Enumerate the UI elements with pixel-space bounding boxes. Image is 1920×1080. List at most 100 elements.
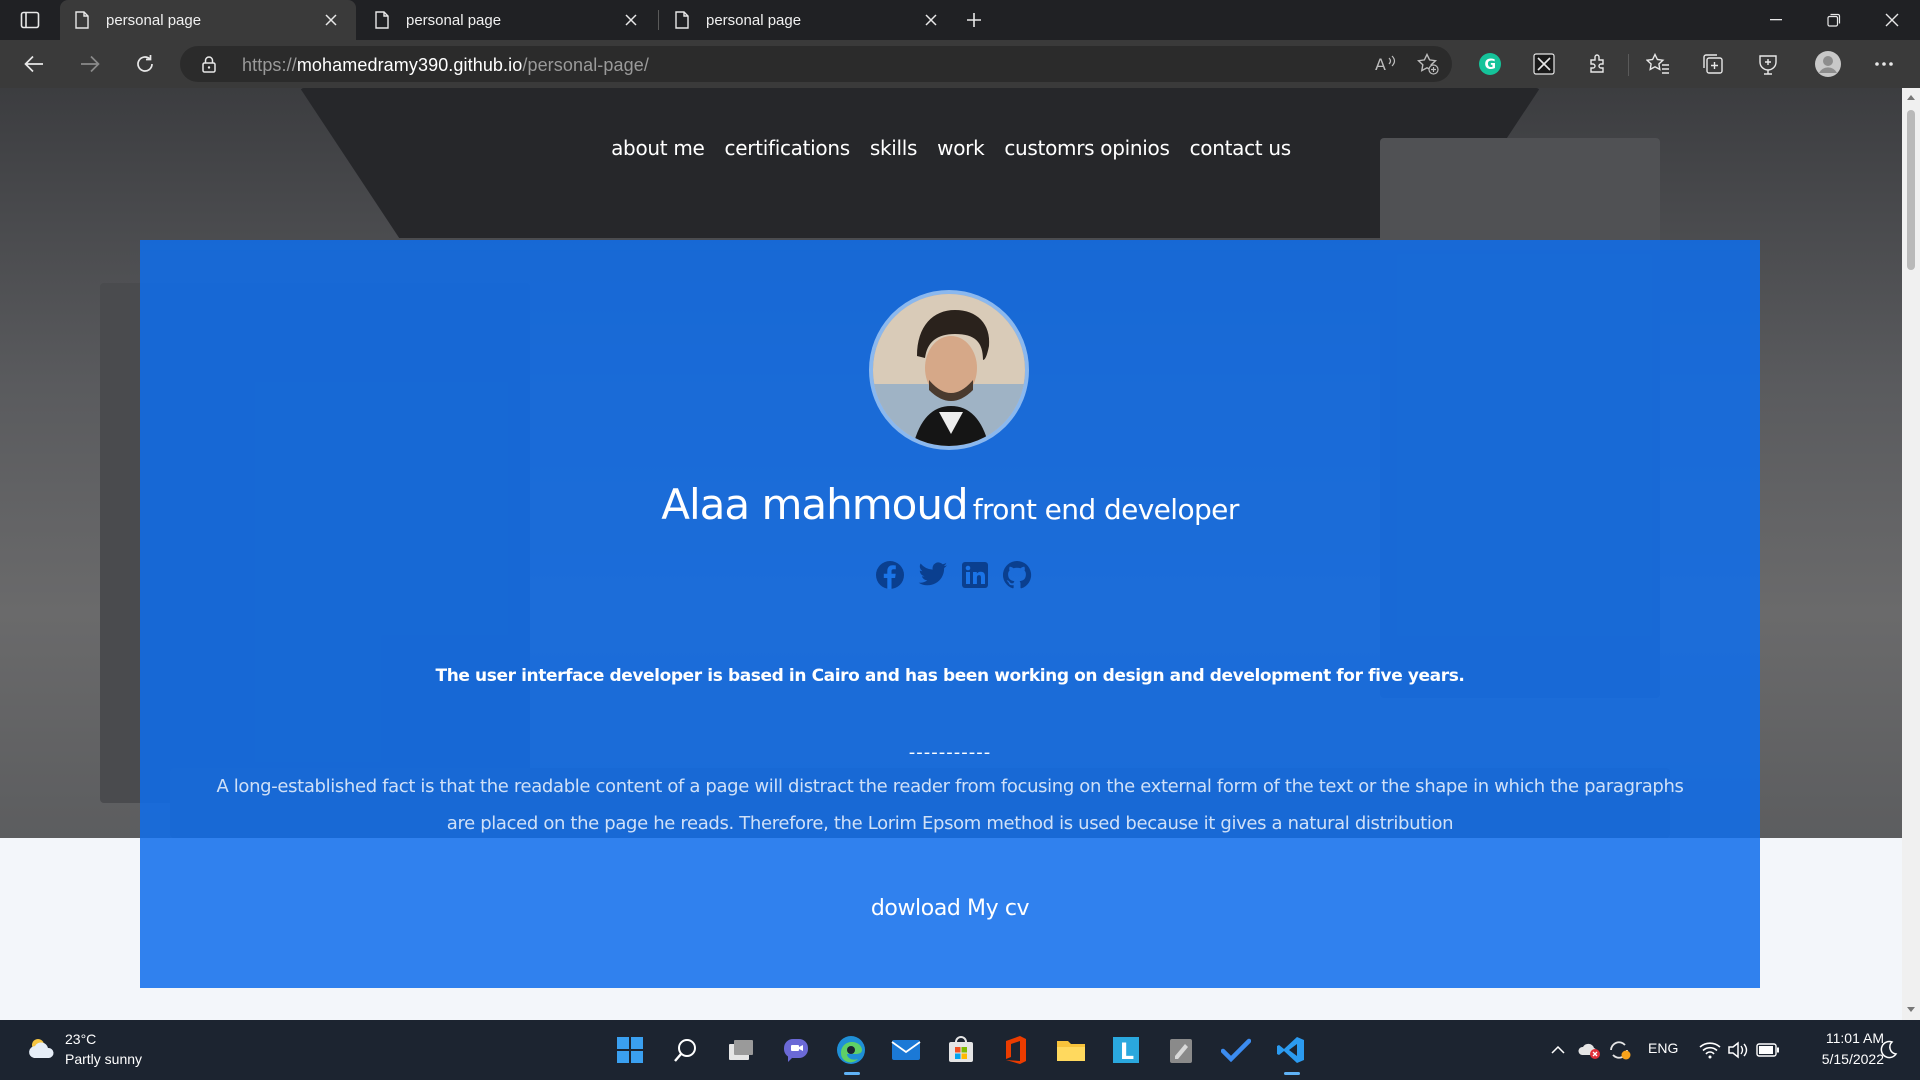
notifications-button[interactable] <box>1876 1038 1900 1062</box>
grammarly-button[interactable]: G <box>1472 48 1508 80</box>
divider-text: ----------- <box>908 742 992 763</box>
profile-icon <box>1815 51 1841 77</box>
back-icon <box>24 55 43 73</box>
collections-button[interactable] <box>1695 48 1731 80</box>
scroll-down-icon[interactable] <box>1906 1004 1916 1014</box>
chat-button[interactable] <box>777 1031 815 1069</box>
show-hidden-icons-button[interactable] <box>1546 1038 1570 1062</box>
vscode-button[interactable] <box>1272 1031 1310 1075</box>
nav-skills[interactable]: skills <box>870 128 918 168</box>
weather-description[interactable]: Partly sunny <box>65 1051 142 1067</box>
clock-time[interactable]: 11:01 AM <box>1808 1030 1884 1046</box>
tab-1[interactable]: personal page <box>60 0 356 40</box>
search-icon <box>674 1039 696 1062</box>
tab-title: personal page <box>406 11 502 29</box>
onedrive-tray[interactable] <box>1578 1038 1602 1062</box>
focus-assist-icon <box>1880 1040 1898 1059</box>
url-path: /personal-page/ <box>522 55 649 75</box>
back-button[interactable] <box>16 48 52 80</box>
minimize-button[interactable] <box>1748 0 1804 40</box>
more-button[interactable] <box>1866 48 1902 80</box>
extensions-button[interactable] <box>1580 48 1616 80</box>
task-view-button[interactable] <box>722 1031 760 1069</box>
download-cv-link[interactable]: dowload My cv <box>140 896 1760 921</box>
svg-text:A: A <box>1375 55 1386 73</box>
edge-icon <box>837 1036 865 1064</box>
nav-certifications[interactable]: certifications <box>725 128 851 168</box>
tab-actions-button[interactable] <box>16 8 44 32</box>
start-button[interactable] <box>611 1031 649 1069</box>
store-icon <box>949 1036 973 1062</box>
input-language[interactable]: ENG <box>1648 1040 1678 1056</box>
address-bar[interactable]: https://mohamedramy390.github.io/persona… <box>180 46 1452 82</box>
github-link[interactable] <box>1002 560 1032 590</box>
close-tab-button[interactable] <box>320 9 342 31</box>
wifi-tray[interactable] <box>1698 1038 1722 1062</box>
clock-date[interactable]: 5/15/2022 <box>1798 1051 1884 1067</box>
read-aloud-button[interactable]: A <box>1368 48 1404 80</box>
url-host: mohamedramy390.github.io <box>296 55 523 75</box>
lingoes-button[interactable]: L <box>1107 1031 1145 1069</box>
task-view-icon <box>729 1040 753 1060</box>
notepad-button[interactable] <box>1162 1031 1200 1069</box>
developer-role: front end developer <box>972 493 1240 526</box>
browser-essentials-button[interactable] <box>1750 48 1786 80</box>
todo-button[interactable] <box>1217 1031 1255 1069</box>
mail-button[interactable] <box>887 1031 925 1069</box>
edge-button[interactable] <box>832 1031 870 1075</box>
refresh-button[interactable] <box>127 48 163 80</box>
close-icon <box>325 14 337 26</box>
chevron-up-icon <box>1551 1046 1565 1054</box>
profile-button[interactable] <box>1810 48 1846 80</box>
sync-tray[interactable] <box>1608 1038 1632 1062</box>
nav-work[interactable]: work <box>937 128 985 168</box>
chat-icon <box>784 1039 808 1062</box>
browser-essentials-icon <box>1759 55 1777 75</box>
tab-separator <box>658 10 659 30</box>
extension-button[interactable] <box>1526 48 1562 80</box>
toolbar-separator <box>1628 54 1629 76</box>
new-tab-button[interactable] <box>960 6 988 34</box>
favorites-button[interactable] <box>1640 48 1676 80</box>
nav-about-me[interactable]: about me <box>611 128 705 168</box>
weather-temperature[interactable]: 23°C <box>65 1031 96 1047</box>
add-favorite-button[interactable] <box>1410 48 1446 80</box>
scroll-up-icon[interactable] <box>1906 92 1916 102</box>
forward-button[interactable] <box>72 48 108 80</box>
close-icon <box>625 14 637 26</box>
battery-tray[interactable] <box>1756 1038 1780 1062</box>
social-links <box>875 560 1032 596</box>
notepad-icon <box>1170 1039 1192 1063</box>
linkedin-link[interactable] <box>961 560 989 590</box>
search-button[interactable] <box>667 1031 705 1069</box>
nav-customers-opinions[interactable]: customrs opinios <box>1004 128 1170 168</box>
file-explorer-button[interactable] <box>1052 1031 1090 1069</box>
facebook-link[interactable] <box>875 560 905 590</box>
scrollbar-thumb[interactable] <box>1907 110 1915 270</box>
close-window-button[interactable] <box>1864 0 1920 40</box>
page-viewport: about me certifications skills work cust… <box>0 88 1902 1020</box>
tab-2[interactable]: personal page <box>360 0 656 40</box>
restore-button[interactable] <box>1806 0 1862 40</box>
extension-icon <box>1533 53 1555 75</box>
plus-icon <box>967 13 981 27</box>
nav-contact-us[interactable]: contact us <box>1190 128 1292 168</box>
url-text[interactable]: https://mohamedramy390.github.io/persona… <box>242 55 649 76</box>
twitter-link[interactable] <box>918 560 948 590</box>
store-button[interactable] <box>942 1031 980 1069</box>
svg-text:G: G <box>1485 57 1497 73</box>
office-button[interactable] <box>997 1031 1035 1069</box>
close-icon <box>1885 13 1899 27</box>
vertical-scrollbar[interactable] <box>1902 88 1920 1020</box>
close-tab-button[interactable] <box>620 9 642 31</box>
lock-icon[interactable] <box>200 55 218 73</box>
close-tab-button[interactable] <box>920 9 942 31</box>
more-icon <box>1875 62 1893 66</box>
minimize-icon <box>1770 19 1782 21</box>
volume-tray[interactable] <box>1726 1038 1750 1062</box>
url-scheme: https:// <box>242 55 297 75</box>
battery-icon <box>1756 1043 1779 1057</box>
tab-3[interactable]: personal page <box>660 0 956 40</box>
developer-name: Alaa mahmoud <box>661 480 968 529</box>
partly-sunny-icon[interactable] <box>26 1036 56 1060</box>
